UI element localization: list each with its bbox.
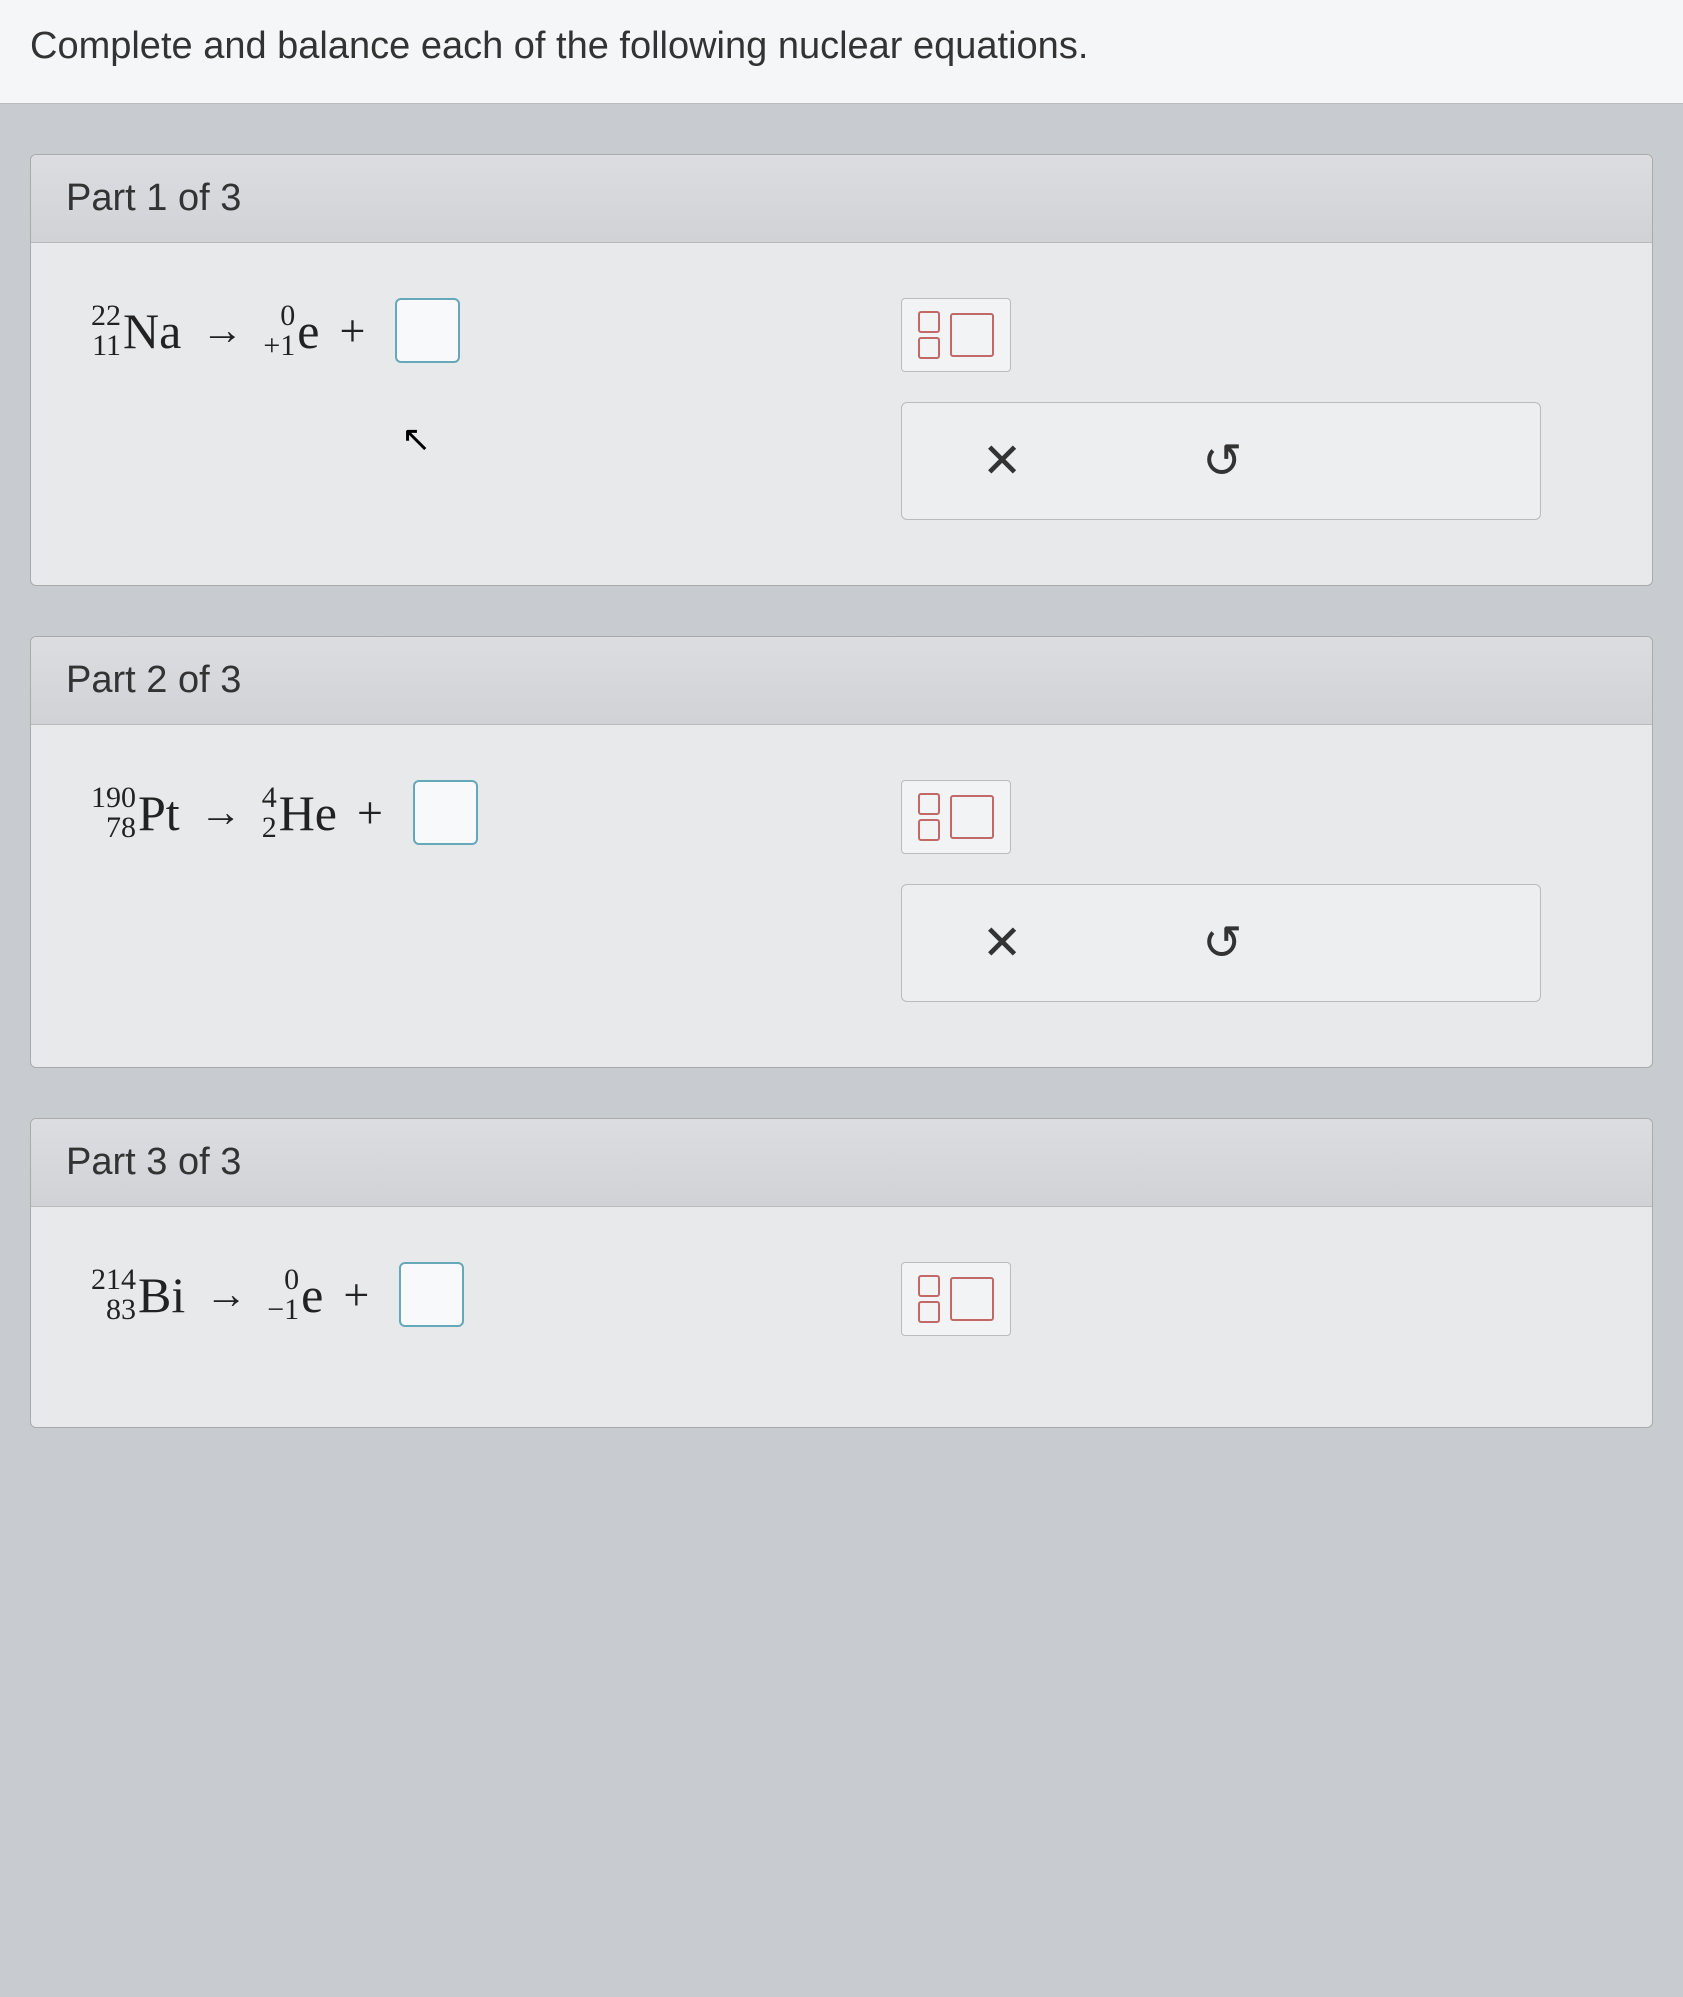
element-symbol: Bi xyxy=(138,1266,185,1324)
isotope-mass-box-icon xyxy=(918,311,940,333)
reactant-3: 214 83 Bi xyxy=(91,1265,185,1325)
atomic-number: −1 xyxy=(267,1295,299,1325)
isotope-atomic-box-icon xyxy=(918,819,940,841)
arrow-icon: → xyxy=(201,307,243,355)
element-symbol: Na xyxy=(123,302,181,360)
question-prompt: Complete and balance each of the followi… xyxy=(0,0,1683,104)
part-1-body: 22 11 Na → 0 +1 e + ↖ xyxy=(31,243,1652,585)
action-row-1: ✕ ↺ xyxy=(901,402,1541,520)
atomic-number: 11 xyxy=(92,331,121,361)
isotope-atomic-box-icon xyxy=(918,1301,940,1323)
arrow-icon: → xyxy=(200,789,242,837)
part-2-title: Part 2 of 3 xyxy=(31,637,1652,725)
equation-1: 22 11 Na → 0 +1 e + ↖ xyxy=(91,298,871,363)
isotope-symbol-box-icon xyxy=(950,313,994,357)
clear-button[interactable]: ✕ xyxy=(982,915,1022,971)
element-symbol: He xyxy=(279,784,337,842)
arrow-icon: → xyxy=(205,1271,247,1319)
isotope-mass-box-icon xyxy=(918,1275,940,1297)
action-row-2: ✕ ↺ xyxy=(901,884,1541,1002)
reset-button[interactable]: ↺ xyxy=(1202,433,1242,489)
mass-number: 4 xyxy=(262,783,277,813)
controls-3 xyxy=(901,1262,1607,1336)
plus-sign: + xyxy=(343,1268,369,1321)
element-symbol: Pt xyxy=(138,784,180,842)
mass-number: 214 xyxy=(91,1265,136,1295)
plus-sign: + xyxy=(357,786,383,839)
atomic-number: +1 xyxy=(263,331,295,361)
reactant-1: 22 11 Na xyxy=(91,301,181,361)
plus-sign: + xyxy=(339,304,365,357)
answer-input-2[interactable] xyxy=(413,780,478,845)
controls-1: ✕ ↺ xyxy=(901,298,1607,520)
product-1a: 0 +1 e xyxy=(263,301,319,361)
atomic-number: 78 xyxy=(106,813,136,843)
part-2: Part 2 of 3 190 78 Pt → 4 2 He + xyxy=(30,636,1653,1068)
equation-3: 214 83 Bi → 0 −1 e + xyxy=(91,1262,871,1327)
part-2-body: 190 78 Pt → 4 2 He + xyxy=(31,725,1652,1067)
clear-button[interactable]: ✕ xyxy=(982,433,1022,489)
part-3-title: Part 3 of 3 xyxy=(31,1119,1652,1207)
mass-number: 190 xyxy=(91,783,136,813)
atomic-number: 2 xyxy=(262,813,277,843)
product-2a: 4 2 He xyxy=(262,783,337,843)
isotope-tool-button[interactable] xyxy=(901,1262,1011,1336)
isotope-symbol-box-icon xyxy=(950,1277,994,1321)
part-1: Part 1 of 3 22 11 Na → 0 +1 e + ↖ xyxy=(30,154,1653,586)
element-symbol: e xyxy=(301,1266,323,1324)
reactant-2: 190 78 Pt xyxy=(91,783,180,843)
isotope-atomic-box-icon xyxy=(918,337,940,359)
answer-input-1[interactable] xyxy=(395,298,460,363)
element-symbol: e xyxy=(297,302,319,360)
isotope-tool-button[interactable] xyxy=(901,780,1011,854)
isotope-symbol-box-icon xyxy=(950,795,994,839)
equation-2: 190 78 Pt → 4 2 He + xyxy=(91,780,871,845)
part-3: Part 3 of 3 214 83 Bi → 0 −1 e + xyxy=(30,1118,1653,1428)
answer-input-3[interactable] xyxy=(399,1262,464,1327)
mass-number: 0 xyxy=(280,301,295,331)
controls-2: ✕ ↺ xyxy=(901,780,1607,1002)
isotope-mass-box-icon xyxy=(918,793,940,815)
mass-number: 0 xyxy=(284,1265,299,1295)
mass-number: 22 xyxy=(91,301,121,331)
isotope-tool-button[interactable] xyxy=(901,298,1011,372)
reset-button[interactable]: ↺ xyxy=(1202,915,1242,971)
part-3-body: 214 83 Bi → 0 −1 e + xyxy=(31,1207,1652,1427)
product-3a: 0 −1 e xyxy=(267,1265,323,1325)
cursor-icon: ↖ xyxy=(401,418,431,460)
part-1-title: Part 1 of 3 xyxy=(31,155,1652,243)
atomic-number: 83 xyxy=(106,1295,136,1325)
